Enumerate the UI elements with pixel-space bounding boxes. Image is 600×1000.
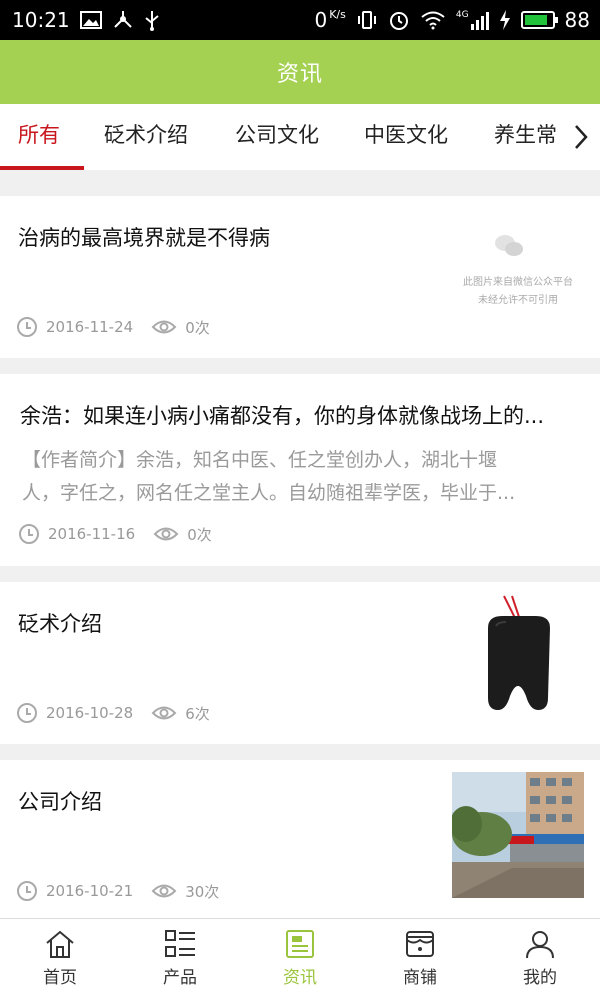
- tab-bian-technique[interactable]: 砭术介绍: [104, 104, 188, 170]
- nav-profile[interactable]: 我的: [480, 919, 600, 1000]
- article-meta: 2016-10-21 30次: [16, 880, 219, 902]
- clock-icon: [17, 881, 37, 901]
- nav-store[interactable]: 商铺: [360, 919, 480, 1000]
- article-thumbnail: [452, 772, 584, 898]
- bian-stone-image: [488, 595, 550, 710]
- tab-company-culture[interactable]: 公司文化: [235, 104, 319, 170]
- share-icon: [113, 11, 132, 28]
- eye-icon: [151, 320, 177, 334]
- article-meta: 2016-11-24 0次: [16, 316, 210, 338]
- active-tab-indicator: [0, 166, 84, 170]
- page-title: 资讯: [276, 62, 323, 87]
- eye-icon: [151, 706, 177, 720]
- article-views: 30次: [185, 882, 220, 901]
- signal-icon: 4G: [456, 10, 489, 30]
- article-title[interactable]: 砭术介绍: [18, 608, 102, 638]
- nav-label: 商铺: [403, 968, 437, 988]
- clock-icon: [17, 703, 37, 723]
- tab-health-care[interactable]: 养生常: [494, 104, 557, 170]
- wifi-icon: [421, 11, 445, 30]
- thumbnail-caption: 此图片来自微信公众平台: [463, 277, 573, 288]
- bottom-nav: 首页 产品 资讯 商铺 我的: [0, 918, 600, 1000]
- article-date: 2016-11-24: [46, 318, 134, 336]
- vibrate-icon: [357, 11, 376, 29]
- chevron-right-icon: [575, 125, 588, 149]
- storefront-photo: [452, 772, 584, 898]
- tab-all[interactable]: 所有: [18, 104, 60, 170]
- status-bar: 10:21 0 K/s 4G 88: [0, 0, 600, 40]
- article-date: 2016-10-28: [46, 704, 134, 722]
- article-title[interactable]: 公司介绍: [18, 786, 102, 816]
- article-title[interactable]: 余浩：如果连小病小痛都没有，你的身体就像战场上的...: [20, 400, 580, 430]
- wechat-icon: [495, 235, 523, 256]
- battery-percent: 88: [564, 8, 590, 32]
- network-speed: 0 K/s: [314, 8, 346, 32]
- nav-label: 资讯: [283, 968, 317, 988]
- article-card[interactable]: 治病的最高境界就是不得病 此图片来自微信公众平台 未经允许不可引用 2016-1…: [0, 196, 600, 358]
- article-title[interactable]: 治病的最高境界就是不得病: [18, 222, 270, 252]
- image-icon: [79, 11, 102, 29]
- store-icon: [406, 931, 434, 957]
- nav-products[interactable]: 产品: [120, 919, 240, 1000]
- nav-home[interactable]: 首页: [0, 919, 120, 1000]
- app-header: 资讯: [0, 40, 600, 104]
- tab-tcm-culture[interactable]: 中医文化: [364, 104, 448, 170]
- home-icon: [46, 930, 74, 958]
- nav-label: 产品: [163, 968, 197, 988]
- article-views: 0次: [187, 525, 212, 544]
- article-card[interactable]: 砭术介绍 2016-10-28 6次: [0, 582, 600, 744]
- news-icon: [286, 930, 314, 958]
- category-tabs: 所有 砭术介绍 公司文化 中医文化 养生常: [0, 104, 600, 170]
- usb-icon: [145, 11, 159, 31]
- article-thumbnail: [452, 594, 584, 720]
- eye-icon: [151, 884, 177, 898]
- nav-label: 首页: [43, 968, 77, 988]
- nav-label: 我的: [523, 968, 557, 988]
- clock-icon: [17, 317, 37, 337]
- eye-icon: [153, 527, 179, 541]
- status-time: 10:21: [12, 8, 70, 32]
- thumbnail-caption: 未经允许不可引用: [478, 295, 558, 306]
- tabs-scroll-right-button[interactable]: [562, 104, 600, 170]
- article-meta: 2016-10-28 6次: [16, 702, 210, 724]
- article-thumbnail: 此图片来自微信公众平台 未经允许不可引用: [452, 212, 584, 338]
- nav-news[interactable]: 资讯: [240, 919, 360, 1000]
- list-icon: [165, 930, 195, 957]
- article-card[interactable]: 余浩：如果连小病小痛都没有，你的身体就像战场上的... 【作者简介】余浩，知名中…: [0, 374, 600, 566]
- charging-icon: [499, 10, 510, 30]
- article-views: 6次: [185, 704, 210, 723]
- article-summary: 【作者简介】余浩，知名中医、任之堂创办人，湖北十堰 人，字任之，网名任之堂主人。…: [22, 449, 516, 504]
- clock-icon: [19, 524, 39, 544]
- article-card[interactable]: 公司介绍 2016-10-21 30次: [0, 760, 600, 918]
- article-views: 0次: [185, 318, 210, 337]
- article-date: 2016-11-16: [48, 525, 136, 543]
- alarm-icon: [389, 12, 408, 30]
- article-meta: 2016-11-16 0次: [18, 523, 212, 545]
- battery-icon: [520, 11, 558, 29]
- user-icon: [526, 931, 554, 959]
- article-date: 2016-10-21: [46, 882, 134, 900]
